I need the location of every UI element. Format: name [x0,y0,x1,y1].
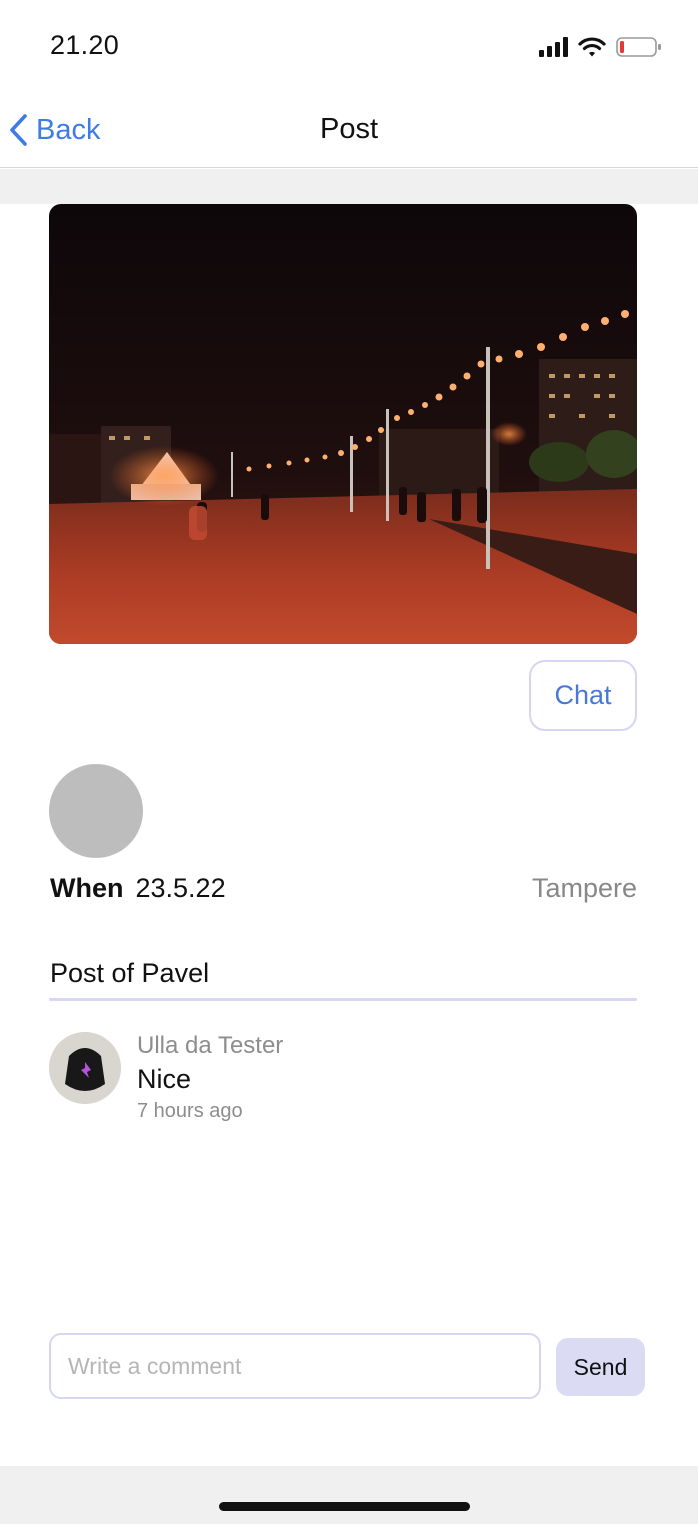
comment-text: Nice [137,1064,192,1094]
post-date-row: When 23.5.22 [50,873,226,904]
status-time: 21.20 [50,30,120,60]
post-title: Post of Pavel [50,958,210,988]
comment-avatar[interactable] [49,1032,121,1104]
chevron-left-icon [10,114,27,146]
header-separator [0,169,698,204]
chat-button[interactable]: Chat [529,660,637,731]
comment-input[interactable] [49,1333,541,1399]
back-label: Back [36,113,101,146]
divider [49,998,637,1001]
battery-low-icon [616,37,661,57]
comment-author: Ulla da Tester [137,1032,284,1059]
home-indicator[interactable] [219,1502,470,1511]
status-icons [539,34,662,60]
send-button[interactable]: Send [556,1338,645,1396]
wifi-icon [578,37,606,57]
comment-timestamp: 7 hours ago [137,1100,243,1122]
post-location: Tampere [531,873,637,903]
navigation-bar: Post Back [0,92,698,168]
status-bar: 21.20 [0,0,698,92]
home-indicator-bar [0,1466,698,1524]
back-button[interactable]: Back [8,110,100,150]
signal-icon [539,37,568,57]
post-date: 23.5.22 [135,873,226,903]
post-image[interactable] [49,204,637,644]
when-label: When [50,873,124,903]
avatar[interactable] [49,764,143,858]
page-title: Post [319,113,379,145]
list-item: Ulla da Tester Nice 7 hours ago [49,1030,637,1130]
